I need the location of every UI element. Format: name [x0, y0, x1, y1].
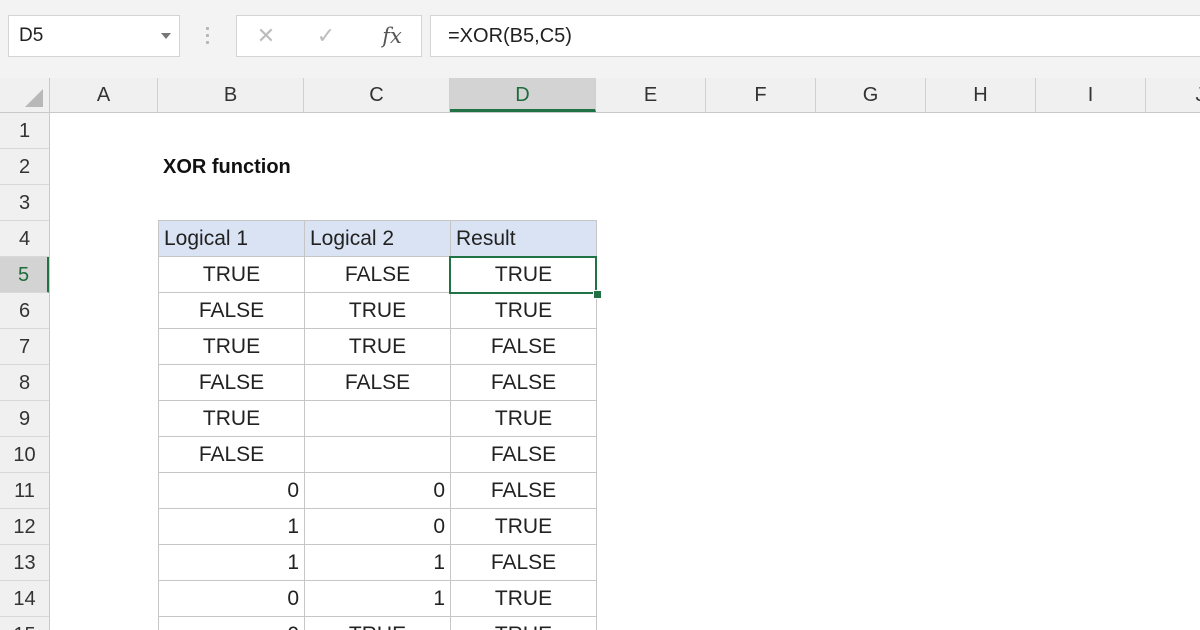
select-all-button[interactable]: [0, 78, 50, 112]
column-header-g[interactable]: G: [816, 78, 926, 112]
column-header-b[interactable]: B: [158, 78, 304, 112]
cell[interactable]: FALSE: [450, 328, 597, 365]
cell[interactable]: 0: [304, 508, 451, 545]
cell[interactable]: FALSE: [158, 436, 305, 473]
row-header-12[interactable]: 12: [0, 509, 49, 545]
table-row: TRUE TRUE FALSE: [158, 328, 597, 365]
row-header-10[interactable]: 10: [0, 437, 49, 473]
cell[interactable]: TRUE: [304, 328, 451, 365]
cell[interactable]: 1: [304, 580, 451, 617]
table-row: TRUE TRUE: [158, 400, 597, 437]
formula-input[interactable]: =XOR(B5,C5): [430, 15, 1200, 57]
cell[interactable]: TRUE: [158, 328, 305, 365]
cell[interactable]: TRUE: [450, 400, 597, 437]
name-box[interactable]: D5: [8, 15, 180, 57]
header-result[interactable]: Result: [450, 220, 597, 257]
cell[interactable]: 1: [158, 508, 305, 545]
cell[interactable]: TRUE: [450, 580, 597, 617]
cell[interactable]: TRUE: [450, 292, 597, 329]
table-row: 1 1 FALSE: [158, 544, 597, 581]
row-header-7[interactable]: 7: [0, 329, 49, 365]
insert-function-icon[interactable]: fx: [375, 16, 409, 56]
name-box-value: D5: [19, 25, 44, 46]
row-header-4[interactable]: 4: [0, 221, 49, 257]
table-row: 0 1 TRUE: [158, 580, 597, 617]
header-logical-2[interactable]: Logical 2: [304, 220, 451, 257]
fill-handle[interactable]: [593, 290, 602, 299]
data-table: Logical 1 Logical 2 Result TRUE FALSE TRUE…: [158, 220, 597, 630]
column-header-h[interactable]: H: [926, 78, 1036, 112]
cell[interactable]: FALSE: [450, 364, 597, 401]
table-row: FALSE FALSE: [158, 436, 597, 473]
cell[interactable]: TRUE: [304, 292, 451, 329]
cell[interactable]: TRUE: [450, 508, 597, 545]
column-headers: ABCDEFGHIJ: [0, 78, 1200, 113]
formula-buttons: ✕ ✓ fx: [236, 15, 422, 57]
table-row: 1 0 TRUE: [158, 508, 597, 545]
column-header-i[interactable]: I: [1036, 78, 1146, 112]
column-header-c[interactable]: C: [304, 78, 450, 112]
formula-bar: D5 ✕ ✓ fx =XOR(B5,C5): [0, 0, 1200, 78]
table-header-row: Logical 1 Logical 2 Result: [158, 220, 597, 257]
row-header-11[interactable]: 11: [0, 473, 49, 509]
cell[interactable]: FALSE: [304, 256, 451, 293]
row-header-13[interactable]: 13: [0, 545, 49, 581]
cell[interactable]: FALSE: [450, 472, 597, 509]
cell[interactable]: 0: [304, 472, 451, 509]
table-row: TRUE FALSE TRUE: [158, 256, 597, 293]
table-row: FALSE FALSE FALSE: [158, 364, 597, 401]
row-header-8[interactable]: 8: [0, 365, 49, 401]
cell[interactable]: TRUE: [158, 400, 305, 437]
cell[interactable]: 1: [158, 544, 305, 581]
cell[interactable]: TRUE: [450, 616, 597, 630]
cell[interactable]: FALSE: [450, 436, 597, 473]
cell[interactable]: FALSE: [450, 544, 597, 581]
row-header-1[interactable]: 1: [0, 113, 49, 149]
select-all-icon: [25, 89, 43, 107]
cancel-icon[interactable]: ✕: [251, 16, 281, 56]
row-header-9[interactable]: 9: [0, 401, 49, 437]
enter-icon[interactable]: ✓: [311, 16, 341, 56]
drag-handle-icon[interactable]: [206, 27, 209, 47]
worksheet-grid[interactable]: XOR function Logical 1 Logical 2 Result …: [50, 113, 1200, 630]
row-header-3[interactable]: 3: [0, 185, 49, 221]
sheet-title[interactable]: XOR function: [163, 149, 291, 185]
row-header-6[interactable]: 6: [0, 293, 49, 329]
cell[interactable]: TRUE: [450, 256, 597, 293]
cell[interactable]: 0: [158, 472, 305, 509]
row-header-2[interactable]: 2: [0, 149, 49, 185]
column-header-a[interactable]: A: [50, 78, 158, 112]
cell[interactable]: TRUE: [304, 616, 451, 630]
formula-text: =XOR(B5,C5): [448, 25, 572, 47]
cell[interactable]: 0: [158, 616, 305, 630]
cell[interactable]: [304, 400, 451, 437]
column-header-j[interactable]: J: [1146, 78, 1200, 112]
cell[interactable]: 0: [158, 580, 305, 617]
column-header-e[interactable]: E: [596, 78, 706, 112]
table-row: FALSE TRUE TRUE: [158, 292, 597, 329]
table-row: 0 0 FALSE: [158, 472, 597, 509]
row-header-5[interactable]: 5: [0, 257, 49, 293]
row-header-14[interactable]: 14: [0, 581, 49, 617]
cell[interactable]: FALSE: [304, 364, 451, 401]
row-header-15[interactable]: 15: [0, 617, 49, 630]
header-logical-1[interactable]: Logical 1: [158, 220, 305, 257]
chevron-down-icon[interactable]: [161, 33, 171, 39]
column-header-d[interactable]: D: [450, 78, 596, 112]
cell[interactable]: TRUE: [158, 256, 305, 293]
cell[interactable]: [304, 436, 451, 473]
table-row: 0TRUETRUE: [158, 616, 597, 630]
cell[interactable]: 1: [304, 544, 451, 581]
cell[interactable]: FALSE: [158, 364, 305, 401]
column-header-f[interactable]: F: [706, 78, 816, 112]
row-headers: 123456789101112131415: [0, 113, 50, 630]
cell[interactable]: FALSE: [158, 292, 305, 329]
